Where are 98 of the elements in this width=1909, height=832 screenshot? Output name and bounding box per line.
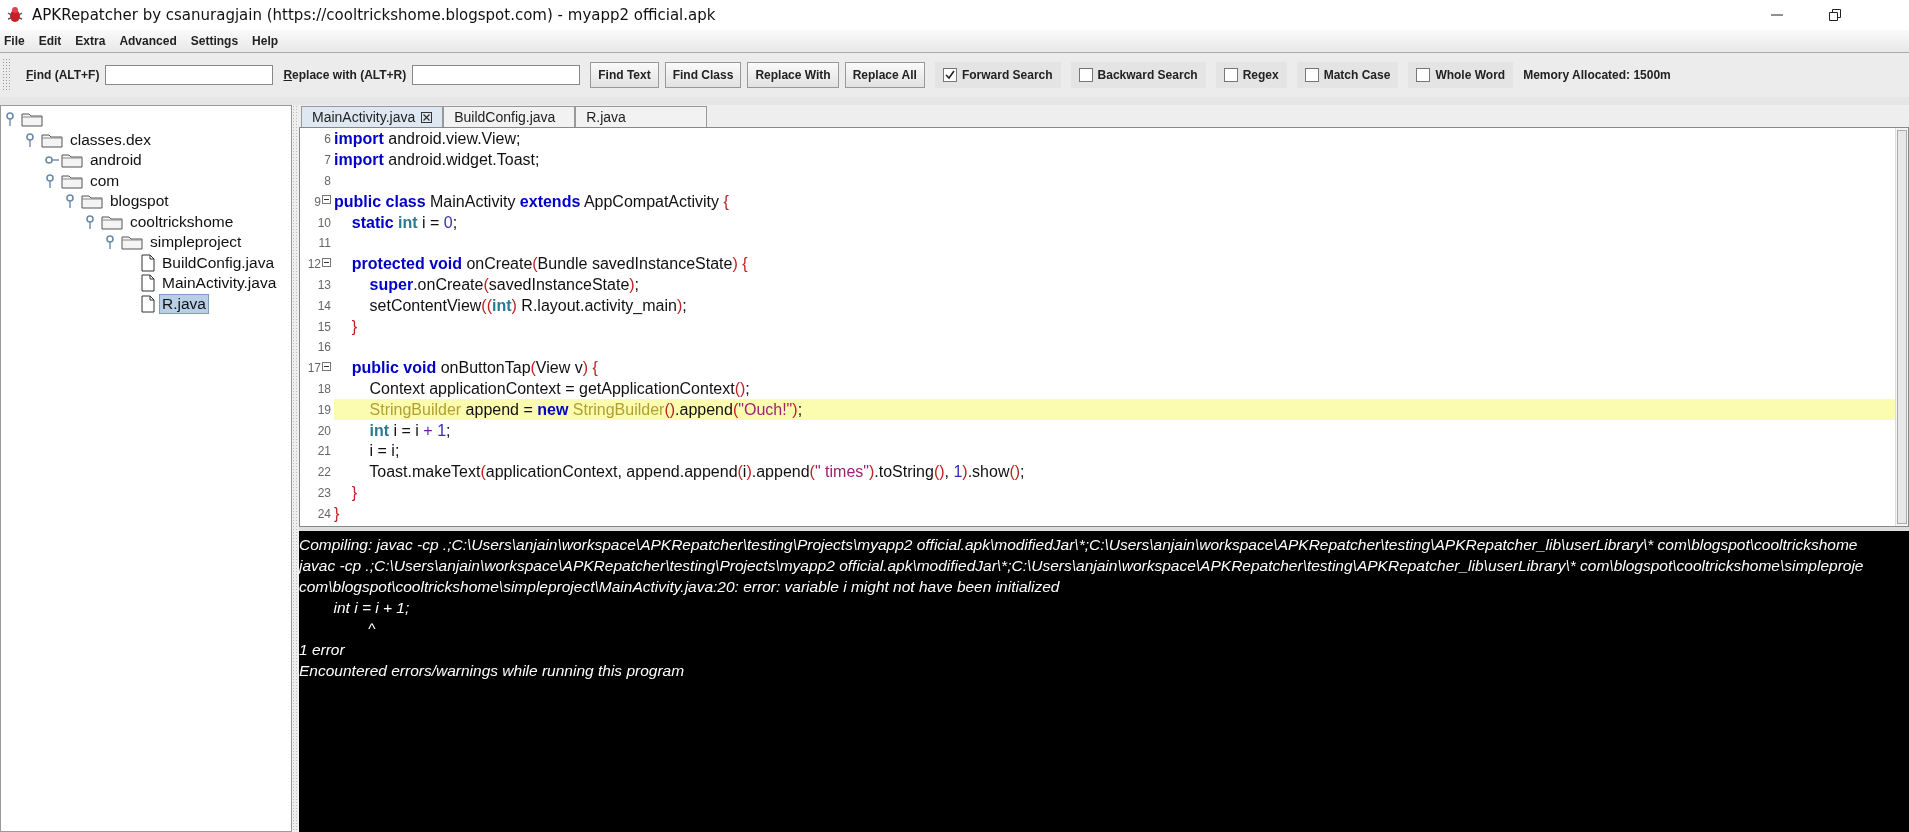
memory-label: Memory Allocated: 1500m	[1523, 68, 1671, 82]
fold-icon[interactable]	[322, 257, 331, 267]
code-line: public class MainActivity extends AppCompatActivity {	[334, 192, 729, 211]
toolbar-button[interactable]: Replace With	[747, 62, 839, 88]
console-line: javac -cp .;C:\Users\anjain\workspace\APKRepatcher\testing\Projects\myapp2 official.apk\modifiedJar\*;C:\Users\anjain\workspace\APKRepatcher\testing\APKRepatcher_lib\userLibrary\* com\blogspot\cooltrickshome\simpleproje	[299, 556, 1865, 576]
code-line: StringBuilder append = new StringBuilder().append("Ouch!");	[368, 400, 803, 419]
console-line: 1 error	[299, 640, 346, 660]
code-line: Context applicationContext = getApplicationContext();	[368, 379, 750, 398]
option-checkbox[interactable]: Whole Word	[1408, 62, 1514, 88]
replace-field[interactable]	[412, 65, 581, 85]
checkbox-icon[interactable]	[942, 68, 957, 82]
folder-icon	[121, 234, 143, 251]
tree-item[interactable]: classes.dex	[67, 129, 154, 150]
option-checkbox[interactable]: Backward Search	[1070, 62, 1206, 88]
window-title: APKRepatcher by csanuragjain (https://cooltrickshome.blogspot.com) - myapp2 official.apk	[32, 6, 716, 24]
code-line: public void onButtonTap(View v) {	[350, 359, 598, 378]
code-line: protected void onCreate(Bundle savedInstanceState) {	[350, 255, 748, 274]
line-number: 22	[317, 465, 331, 480]
tree-item[interactable]: android	[87, 150, 145, 171]
code-line: super.onCreate(savedInstanceState);	[368, 275, 640, 294]
option-checkbox[interactable]: Match Case	[1296, 62, 1399, 88]
console-line: com\blogspot\cooltrickshome\simpleproject\MainActivity.java:20: error: variable i might not have been initialized	[299, 577, 1061, 597]
line-number: 11	[318, 236, 331, 251]
console-line: Encountered errors/warnings while running this program	[299, 661, 686, 681]
fold-icon[interactable]	[322, 361, 331, 371]
line-number: 24	[317, 506, 331, 521]
line-number: 15	[317, 319, 331, 334]
line-number: 7	[324, 153, 331, 168]
checkbox-icon[interactable]	[1223, 68, 1238, 82]
line-number: 14	[317, 298, 331, 313]
file-icon	[141, 253, 155, 272]
find-label: Find (ALT+F)	[26, 68, 100, 82]
line-number: 6	[324, 132, 331, 147]
option-checkbox[interactable]: Forward Search	[934, 62, 1061, 88]
menu-item[interactable]: Advanced	[119, 34, 177, 48]
line-number: 16	[317, 340, 331, 355]
line-number: 23	[317, 485, 331, 500]
line-number: 18	[317, 381, 331, 396]
find-field[interactable]	[105, 65, 274, 85]
checkbox-icon[interactable]	[1078, 68, 1093, 82]
line-number: 9	[314, 194, 321, 209]
file-icon	[141, 274, 155, 293]
folder-icon	[41, 131, 63, 148]
replace-label: Replace with (ALT+R)	[283, 68, 407, 82]
code-line: setContentView((int) R.layout.activity_main);	[368, 296, 687, 315]
tree-item[interactable]: blogspot	[107, 191, 172, 212]
tree-item[interactable]: R.java	[159, 293, 209, 314]
fold-icon[interactable]	[322, 195, 331, 205]
tree-item[interactable]: cooltrickshome	[127, 211, 237, 232]
editor-tab[interactable]: R.java	[575, 106, 708, 127]
menu-item[interactable]: Help	[252, 34, 279, 48]
expand-handle-icon[interactable]	[45, 155, 59, 166]
line-number: 12	[307, 257, 321, 272]
folder-icon	[101, 213, 123, 230]
code-line: }	[334, 504, 340, 523]
menu-item[interactable]: Extra	[75, 34, 106, 48]
code-line: import android.view.View;	[334, 130, 521, 149]
checkbox-icon[interactable]	[1304, 68, 1319, 82]
restore-icon[interactable]	[1829, 9, 1841, 21]
editor-tab[interactable]: BuildConfig.java	[443, 106, 576, 127]
line-number: 13	[317, 277, 331, 292]
folder-icon	[81, 193, 103, 210]
code-line: import android.widget.Toast;	[334, 151, 540, 170]
scrollbar[interactable]	[1895, 128, 1908, 526]
console-line: ^	[366, 619, 377, 639]
tree-item[interactable]: BuildConfig.java	[159, 252, 277, 273]
menu-item[interactable]: File	[4, 34, 25, 48]
file-icon	[141, 294, 155, 313]
code-line: Toast.makeText(applicationContext, append.append(i).append(" times").toString(), 1).show();	[368, 463, 1025, 482]
toolbar-button[interactable]: Find Class	[664, 62, 742, 88]
bug-icon	[6, 6, 24, 24]
code-line: static int i = 0;	[350, 213, 458, 232]
console-line: Compiling: javac -cp .;C:\Users\anjain\workspace\APKRepatcher\testing\Projects\myapp2 official.apk\modifiedJar\*;C:\Users\anjain\workspace\APKRepatcher\testing\APKRepatcher_lib\userLibrary\* com\blogspot\cooltrickshome	[299, 535, 1859, 555]
line-number: 19	[317, 402, 331, 417]
option-checkbox[interactable]: Regex	[1215, 62, 1287, 88]
line-number: 21	[317, 444, 331, 459]
line-number: 20	[317, 423, 331, 438]
folder-icon	[61, 152, 83, 169]
folder-icon	[21, 111, 43, 128]
menu-item[interactable]: Edit	[38, 34, 62, 48]
tree-item[interactable]: simpleproject	[147, 232, 245, 253]
line-number: 10	[317, 215, 331, 230]
toolbar-button[interactable]: Find Text	[590, 62, 659, 88]
toolbar-button[interactable]: Replace All	[844, 62, 925, 88]
line-number: 17	[307, 361, 321, 376]
line-number: 8	[324, 174, 331, 188]
menu-item[interactable]: Settings	[190, 34, 239, 48]
checkbox-icon[interactable]	[1416, 68, 1431, 82]
close-icon[interactable]	[421, 111, 433, 123]
code-line: }	[350, 317, 358, 336]
console-line: int i = i + 1;	[332, 598, 411, 618]
tree-item[interactable]: MainActivity.java	[159, 273, 280, 294]
folder-icon	[61, 172, 83, 189]
code-line: }	[350, 483, 358, 502]
editor-tab[interactable]: MainActivity.java	[301, 106, 444, 127]
code-line: int i = i + 1;	[368, 421, 451, 440]
tree-item[interactable]: com	[87, 170, 123, 191]
code-line: i = i;	[368, 442, 400, 461]
